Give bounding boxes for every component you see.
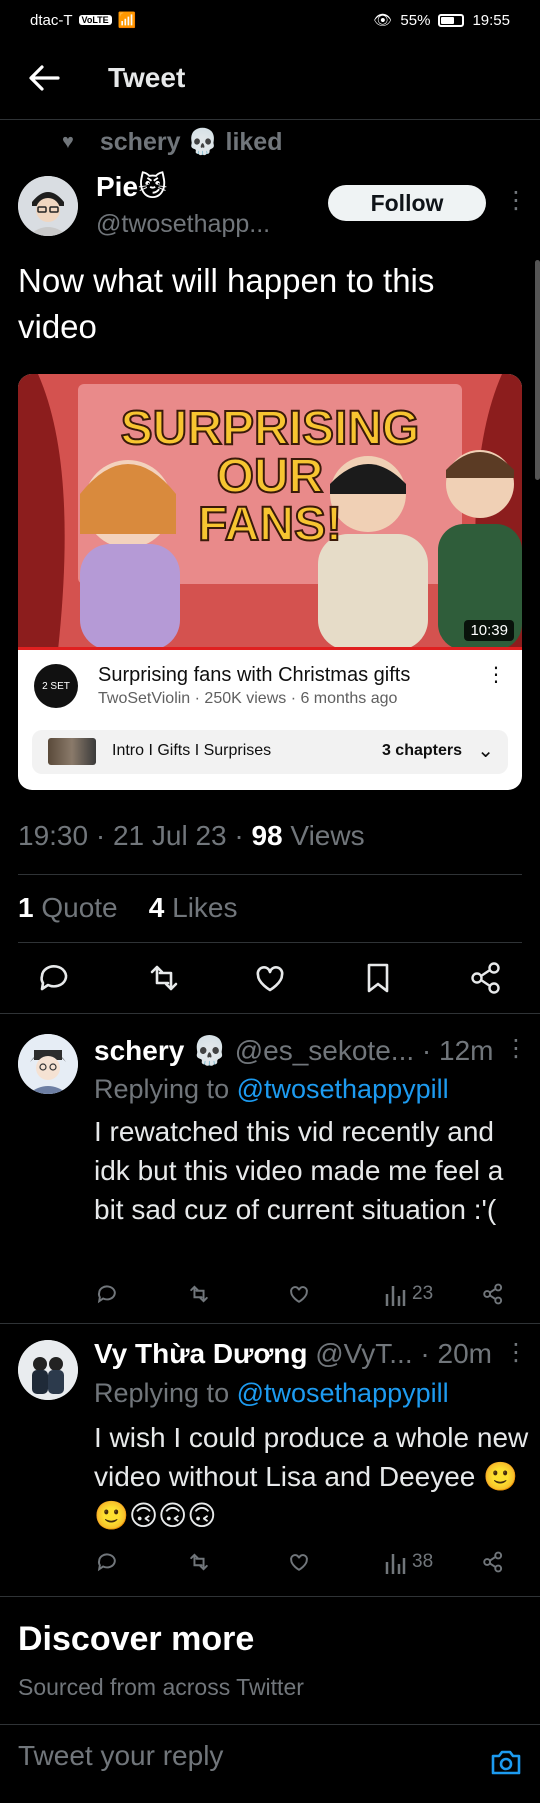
views-count: 98 [251, 820, 283, 851]
avatar[interactable] [18, 1340, 78, 1400]
comment-icon[interactable] [94, 1280, 120, 1308]
divider [18, 942, 522, 943]
timestamp-text: 19:30 · 21 Jul 23 · [18, 820, 252, 851]
top-app-bar: Tweet [0, 40, 540, 120]
follow-button[interactable]: Follow [328, 185, 486, 221]
reply-text: I wish I could produce a whole new video… [94, 1422, 529, 1531]
replying-to-link[interactable]: @twosethappypill [237, 1378, 449, 1408]
battery-percent: 55% [400, 11, 431, 29]
section-subtitle: Sourced from across Twitter [18, 1674, 304, 1700]
heart-icon[interactable] [286, 1280, 312, 1308]
more-options-icon[interactable]: ⋮ [504, 1338, 528, 1367]
svg-text:OUR: OUR [217, 450, 324, 503]
chapter-thumbnail [48, 738, 96, 765]
heart-icon[interactable] [286, 1548, 312, 1576]
replying-to: Replying to @twosethappypill [94, 1378, 449, 1408]
social-context-text: schery 💀 liked [99, 128, 283, 156]
svg-text:FANS!: FANS! [198, 498, 342, 551]
more-options-icon[interactable]: ⋮ [504, 186, 528, 215]
reply-input[interactable]: Tweet your reply [18, 1740, 223, 1772]
share-icon[interactable] [480, 1280, 506, 1308]
analytics-icon [385, 1554, 406, 1574]
video-title[interactable]: Surprising fans with Christmas gifts [98, 664, 410, 687]
reply-views: 23 [412, 1283, 434, 1304]
reply-author[interactable]: Vy Thừa Dương @VyT... · 20m [94, 1338, 492, 1370]
reply-text: I rewatched this vid recently and idk bu… [94, 1116, 504, 1225]
reply-author-name[interactable]: schery 💀 [94, 1035, 227, 1066]
video-more-icon[interactable]: ⋮ [486, 662, 506, 687]
scrollbar[interactable] [535, 260, 540, 480]
comment-icon[interactable] [94, 1548, 120, 1576]
divider [18, 874, 522, 875]
comment-icon[interactable] [34, 958, 74, 998]
author-name[interactable]: Pie😼 [96, 170, 167, 203]
replying-to: Replying to @twosethappypill [94, 1074, 449, 1104]
reply-views: 38 [412, 1551, 434, 1572]
video-meta: TwoSetViolin · 250K views · 6 months ago [98, 690, 398, 707]
chapters-bar[interactable]: Intro I Gifts I Surprises 3 chapters ⌄ [32, 730, 508, 774]
chevron-down-icon[interactable]: ⌄ [477, 738, 494, 763]
thumbnail-divider [18, 647, 522, 650]
reply-author[interactable]: schery 💀 @es_sekote... · 12m [94, 1034, 493, 1067]
more-options-icon[interactable]: ⋮ [504, 1034, 528, 1063]
chapters-count: 3 chapters [381, 742, 462, 759]
heart-icon[interactable] [250, 958, 290, 998]
eye-icon: 👁 [373, 12, 393, 29]
views-label: Views [282, 820, 365, 851]
battery-icon [438, 13, 465, 27]
clock: 19:55 [472, 11, 510, 29]
page-title: Tweet [108, 62, 186, 93]
reply-author-handle: @VyT... · 20m [315, 1338, 492, 1369]
quote-stat[interactable]: 1 Quote [18, 892, 118, 923]
video-duration: 10:39 [464, 620, 514, 641]
arrow-left-icon[interactable] [24, 58, 64, 98]
volte-badge: VoLTE [78, 15, 112, 25]
social-context[interactable]: ♥ schery 💀 liked [62, 128, 282, 157]
analytics-icon [385, 1286, 406, 1306]
analytics-button[interactable]: 23 [384, 1280, 433, 1308]
camera-icon[interactable] [490, 1748, 522, 1776]
channel-logo[interactable]: 2 SET [34, 664, 78, 708]
author-handle[interactable]: @twosethapp... [96, 210, 270, 239]
avatar[interactable] [18, 176, 78, 236]
signal-icon: 📶 [117, 12, 137, 29]
divider [0, 1596, 540, 1597]
reply-author-handle: @es_sekote... · 12m [234, 1035, 494, 1066]
share-icon[interactable] [466, 958, 506, 998]
divider [0, 1323, 540, 1324]
heart-icon: ♥ [62, 131, 74, 153]
tweet-actions [0, 958, 540, 1014]
reply-actions: 23 [94, 1280, 514, 1310]
tweet-text: Now what will happen to this video [18, 262, 435, 345]
youtube-preview-card[interactable]: SURPRISING OUR FANS! 10:39 2 SET Surpris… [18, 374, 522, 790]
retweet-icon[interactable] [144, 958, 184, 998]
tweet-timestamp: 19:30 · 21 Jul 23 · 98 Views [18, 820, 365, 852]
svg-text:SURPRISING: SURPRISING [121, 402, 420, 455]
chapters-list: Intro I Gifts I Surprises [112, 742, 272, 759]
retweet-icon[interactable] [186, 1280, 212, 1308]
divider [0, 1724, 540, 1725]
replying-to-link[interactable]: @twosethappypill [237, 1074, 449, 1104]
share-icon[interactable] [480, 1548, 506, 1576]
status-bar: dtac-T VoLTE 📶 👁 55% 19:55 [0, 0, 540, 40]
reply-actions: 38 [94, 1548, 514, 1578]
engagement-stats: 1 Quote 4 Likes [18, 892, 238, 924]
divider [0, 1013, 540, 1014]
reply-author-name[interactable]: Vy Thừa Dương [94, 1338, 307, 1369]
section-title: Discover more [18, 1620, 255, 1658]
carrier-label: dtac-T [30, 11, 73, 29]
video-thumbnail[interactable]: SURPRISING OUR FANS! [18, 374, 522, 650]
analytics-button[interactable]: 38 [384, 1548, 433, 1576]
retweet-icon[interactable] [186, 1548, 212, 1576]
bookmark-icon[interactable] [358, 958, 398, 998]
likes-stat[interactable]: 4 Likes [149, 892, 238, 923]
avatar[interactable] [18, 1034, 78, 1094]
